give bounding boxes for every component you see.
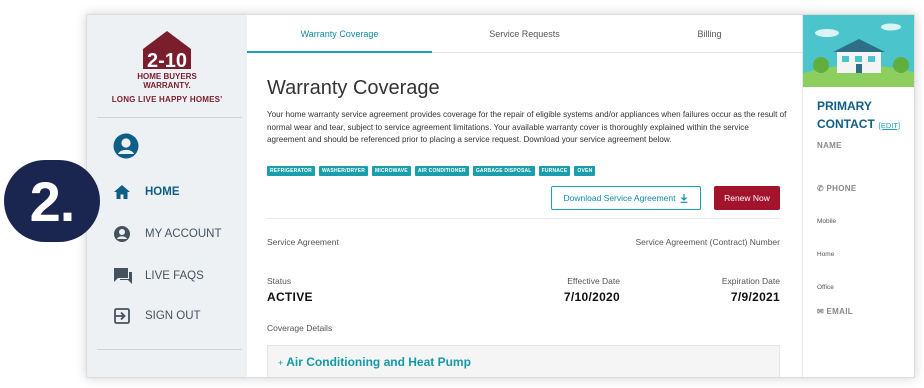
section-divider bbox=[267, 218, 780, 219]
status-value: ACTIVE bbox=[267, 290, 313, 304]
home-icon bbox=[113, 184, 137, 200]
tab-billing[interactable]: Billing bbox=[617, 15, 802, 52]
tab-service-requests[interactable]: Service Requests bbox=[432, 15, 617, 52]
sidebar-divider bbox=[97, 117, 242, 118]
contact-phone-label: ✆ PHONE bbox=[817, 184, 856, 193]
brand-tagline: LONG LIVE HAPPY HOMES' bbox=[111, 95, 223, 104]
coverage-accordion-header[interactable]: + Air Conditioning and Heat Pump bbox=[278, 355, 471, 369]
sidebar-item-home[interactable]: HOME bbox=[113, 180, 180, 204]
download-agreement-button[interactable]: Download Service Agreement bbox=[551, 186, 701, 210]
coverage-chip: FURNACE bbox=[538, 166, 571, 176]
contract-number-label: Service Agreement (Contract) Number bbox=[635, 237, 780, 247]
coverage-chip: MICROWAVE bbox=[372, 166, 411, 176]
email-icon: ✉ bbox=[817, 307, 827, 316]
effective-date-value: 7/10/2020 bbox=[563, 290, 620, 304]
effective-date-label: Effective Date bbox=[567, 276, 620, 286]
house-illustration bbox=[803, 15, 914, 87]
renew-now-button[interactable]: Renew Now bbox=[714, 186, 780, 210]
sidebar-item-label: LIVE FAQS bbox=[145, 270, 204, 282]
primary-contact-title: PRIMARY bbox=[817, 99, 872, 113]
contact-title-text: CONTACT bbox=[817, 117, 875, 131]
coverage-description: Your home warranty service agreement pro… bbox=[267, 110, 787, 144]
download-icon bbox=[680, 193, 688, 203]
phone-label-text: PHONE bbox=[826, 184, 857, 193]
contact-title-line2: CONTACT [EDIT] bbox=[817, 117, 900, 131]
expiration-date-label: Expiration Date bbox=[721, 276, 780, 286]
sidebar-item-live-faqs[interactable]: LIVE FAQS bbox=[113, 264, 204, 288]
coverage-chip: REFRIGERATOR bbox=[267, 166, 315, 176]
contact-panel: PRIMARY CONTACT [EDIT] NAME ✆ PHONE Mobil… bbox=[802, 15, 914, 377]
logo-line2: WARRANTY. bbox=[143, 81, 191, 90]
coverage-chip: GARBAGE DISPOSAL bbox=[472, 166, 535, 176]
logo-number: 2-10 bbox=[147, 50, 187, 72]
chat-icon bbox=[113, 267, 137, 285]
tab-warranty-coverage[interactable]: Warranty Coverage bbox=[247, 15, 432, 53]
service-agreement-label: Service Agreement bbox=[267, 237, 339, 247]
status-label: Status bbox=[267, 276, 292, 286]
coverage-accordion-item[interactable]: + Air Conditioning and Heat Pump bbox=[267, 345, 780, 377]
covered-items-list: REFRIGERATOR WASHER/DRYER MICROWAVE AIR … bbox=[267, 166, 596, 176]
sidebar-item-label: SIGN OUT bbox=[145, 310, 201, 322]
sidebar-item-label: MY ACCOUNT bbox=[145, 228, 222, 240]
coverage-chip: OVEN bbox=[574, 166, 596, 176]
sidebar: 2-10 HOME BUYERS WARRANTY. LONG LIVE HAP… bbox=[87, 15, 247, 377]
step-number-badge: 2. bbox=[4, 160, 100, 242]
tab-bar: Warranty Coverage Service Requests Billi… bbox=[247, 15, 802, 53]
edit-contact-link[interactable]: [EDIT] bbox=[879, 121, 900, 130]
logo-line1: HOME BUYERS bbox=[137, 72, 197, 81]
page-title: Warranty Coverage bbox=[267, 77, 440, 99]
office-phone-label: Office bbox=[817, 284, 834, 291]
user-avatar-icon bbox=[113, 133, 139, 159]
mobile-label: Mobile bbox=[817, 218, 837, 225]
main-content: Warranty Coverage Service Requests Billi… bbox=[247, 15, 802, 377]
expand-icon: + bbox=[278, 358, 284, 368]
coverage-item-title: Air Conditioning and Heat Pump bbox=[286, 355, 471, 369]
coverage-chip: AIR CONDITIONER bbox=[414, 166, 469, 176]
contact-name-label: NAME bbox=[817, 141, 842, 150]
sign-out-icon bbox=[113, 307, 137, 325]
brand-logo[interactable]: 2-10 HOME BUYERS WARRANTY. bbox=[125, 29, 209, 91]
home-phone-label: Home bbox=[817, 251, 835, 258]
coverage-details-label: Coverage Details bbox=[267, 323, 333, 333]
app-window: 2-10 HOME BUYERS WARRANTY. LONG LIVE HAP… bbox=[86, 14, 915, 378]
email-label-text: EMAIL bbox=[826, 307, 853, 316]
expiration-date-value: 7/9/2021 bbox=[730, 290, 780, 304]
sidebar-item-my-account[interactable]: MY ACCOUNT bbox=[113, 222, 221, 246]
sidebar-divider bbox=[97, 349, 242, 350]
account-icon bbox=[113, 225, 137, 243]
download-button-label: Download Service Agreement bbox=[563, 193, 676, 203]
contact-email-label: ✉ EMAIL bbox=[817, 307, 853, 316]
sidebar-item-label: HOME bbox=[145, 186, 180, 198]
coverage-chip: WASHER/DRYER bbox=[318, 166, 369, 176]
phone-icon: ✆ bbox=[817, 184, 827, 193]
sidebar-item-sign-out[interactable]: SIGN OUT bbox=[113, 304, 201, 328]
